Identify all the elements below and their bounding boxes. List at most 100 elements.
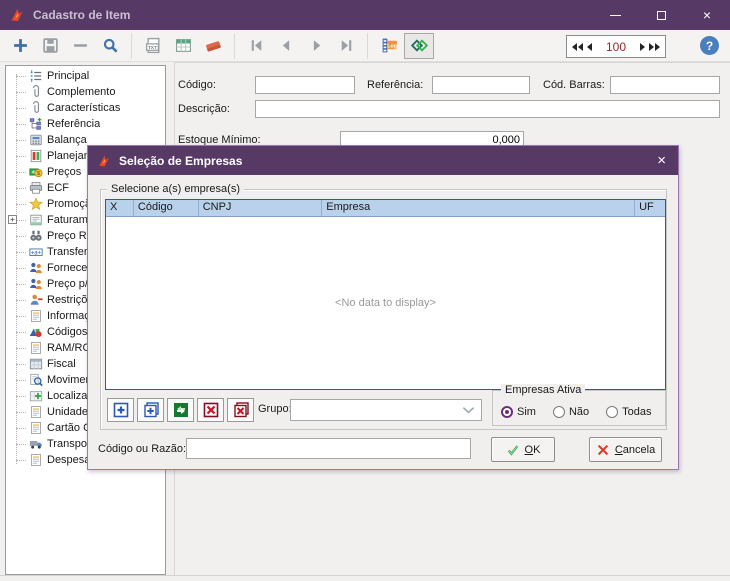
dialog-logo-icon [97,154,111,168]
column-header-cnpj[interactable]: CNPJ [199,200,323,216]
grid-empty-text: <No data to display> [335,297,436,309]
tree-connector [16,315,26,317]
radio-sim[interactable]: Sim [501,406,536,418]
sidebar-item-complemento[interactable]: Complemento [6,84,165,100]
sidebar-item-label: Planejam [47,150,93,162]
tree-connector [16,123,26,125]
grupo-combobox[interactable] [290,399,482,421]
spin-left-icons[interactable] [572,42,592,51]
sidebar-item-label: Despesa [47,454,91,466]
people-icon [28,261,43,276]
codigo-razao-input[interactable] [186,438,471,459]
nav-prev-button[interactable] [271,33,301,59]
sidebar-item-referencia[interactable]: Referência [6,116,165,132]
tree-connector [16,235,26,237]
nav-next-button[interactable] [301,33,331,59]
select-remove-all-button[interactable] [227,398,254,422]
descricao-input[interactable] [255,100,720,118]
radio-todas[interactable]: Todas [606,406,652,418]
clear-button[interactable] [198,33,228,59]
sidebar-item-label: Informaç [47,310,90,322]
tree-connector [16,283,26,285]
binoculars-icon [28,229,43,244]
tree-connector [16,363,26,365]
dialog-title: Seleção de Empresas [119,153,243,168]
cod-barras-input[interactable] [610,76,720,94]
svg-text:TXT: TXT [147,45,156,51]
select-add-all-button[interactable] [137,398,164,422]
search-icon [102,37,119,54]
nav-last-button[interactable] [331,33,361,59]
column-header-empresa[interactable]: Empresa [322,200,636,216]
select-add-button[interactable] [107,398,134,422]
select-refresh-button[interactable] [167,398,194,422]
log-icon: Log [381,37,398,54]
sidebar-item-label: Unidade [47,406,88,418]
radio-label: Sim [517,406,536,418]
dialog-close-icon: × [657,152,666,169]
empresas-grid[interactable]: X Código CNPJ Empresa UF <No data to display… [105,199,666,390]
sidebar-item-label: Características [47,102,121,114]
tree-connector [16,395,26,397]
delete-button[interactable] [65,33,95,59]
column-header-codigo[interactable]: Código [134,200,199,216]
tree-connector [16,219,26,221]
app-logo-icon [9,7,25,23]
empresas-groupbox: Selecione a(s) empresa(s) X Código CNPJ Emp… [100,183,667,430]
log-button[interactable]: Log [374,33,404,59]
hierarchy-icon [28,117,43,132]
spin-right-icons[interactable] [640,42,660,51]
tree-connector [16,411,26,413]
help-button[interactable]: ? [700,36,719,55]
toolbar-separator [131,32,132,59]
search-button[interactable] [95,33,125,59]
company-select-button[interactable] [404,32,434,59]
column-header-x[interactable]: X [106,200,134,216]
sidebar-item-principal[interactable]: Principal [6,68,165,84]
radio-label: Não [568,406,590,418]
radio-nao[interactable]: Não [552,406,590,418]
codigo-label: Código: [178,79,216,91]
add-button[interactable] [5,33,35,59]
grid-view-button[interactable] [168,33,198,59]
save-button[interactable] [35,33,65,59]
column-header-uf[interactable]: UF [635,200,665,216]
sidebar-item-label: Transpor [47,438,91,450]
ok-button[interactable]: OK [491,437,555,462]
nav-first-icon [248,37,265,54]
printer-icon [28,181,43,196]
paperclip-icon [28,85,43,100]
cancel-button[interactable]: Cancela [589,437,662,462]
select-remove-button[interactable] [197,398,224,422]
step-forward-icon [640,42,645,51]
sidebar-item-caracteristicas[interactable]: Características [6,100,165,116]
codigo-input[interactable] [255,76,355,94]
expand-plus-icon[interactable]: + [8,215,17,224]
main-titlebar: Cadastro de Item × [0,0,730,30]
select-remove-all-icon [232,401,250,419]
add-icon [12,37,29,54]
tree-connector [16,427,26,429]
cod-barras-label: Cód. Barras: [543,79,605,91]
referencia-input[interactable] [432,76,530,94]
truck-icon [28,437,43,452]
paperclip-icon [28,101,43,116]
grupo-label: Grupo: [258,403,292,415]
close-button[interactable]: × [684,0,730,30]
dialog-body: Selecione a(s) empresa(s) X Código CNPJ Emp… [88,175,678,471]
minimize-button[interactable] [592,0,638,30]
nav-first-button[interactable] [241,33,271,59]
txt-export-button[interactable]: TXT [138,33,168,59]
tree-connector [16,299,26,301]
person-minus-icon [28,293,43,308]
record-navigator[interactable]: 100 [566,35,666,58]
toolbar-separator [234,32,235,59]
cancel-button-label: Cancela [614,443,656,456]
maximize-button[interactable] [638,0,684,30]
tree-connector [16,203,26,205]
svg-text:+a+: +a+ [30,249,41,256]
sidebar-item-label: ECF [47,182,69,194]
list-icon [28,69,43,84]
dialog-close-button[interactable]: × [657,146,666,175]
grid-view-icon [175,37,192,54]
